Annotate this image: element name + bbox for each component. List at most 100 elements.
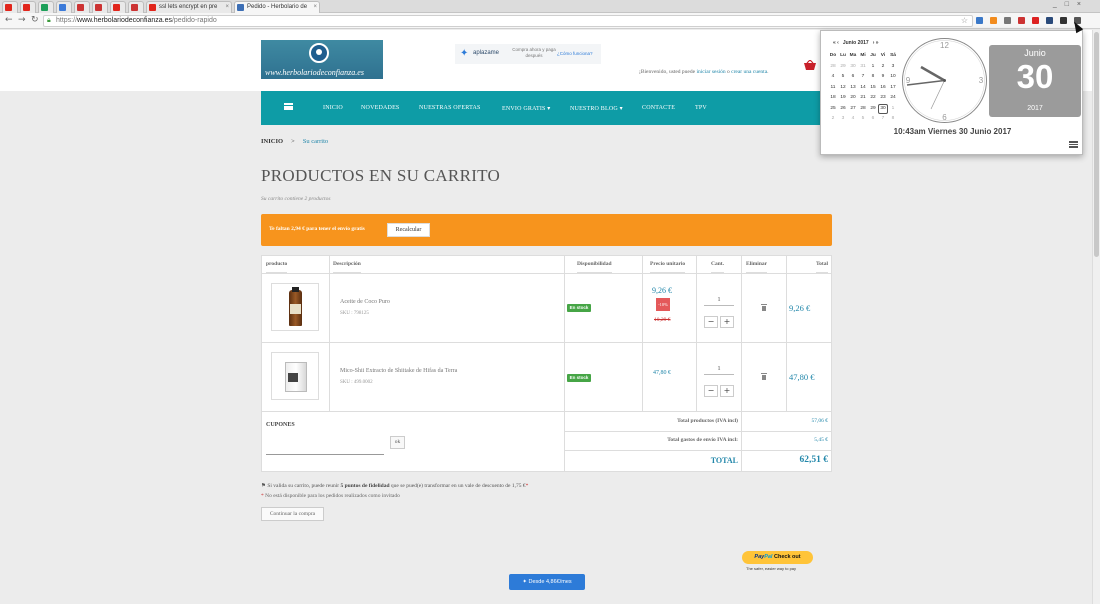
- calendar-day[interactable]: 10: [888, 72, 898, 82]
- calendar-day[interactable]: 30: [878, 103, 888, 114]
- tab-close-icon[interactable]: ×: [313, 2, 317, 13]
- paypal-checkout-button[interactable]: PayPal Check out: [742, 551, 813, 564]
- extension-icon[interactable]: [1046, 17, 1053, 24]
- coupon-input[interactable]: [266, 454, 384, 455]
- calendar-day[interactable]: 3: [888, 62, 898, 72]
- calendar-day[interactable]: 15: [868, 83, 878, 93]
- browser-tab[interactable]: [38, 1, 54, 13]
- extension-icon[interactable]: [1032, 17, 1039, 24]
- page-scrollbar[interactable]: [1092, 30, 1100, 604]
- calendar-day[interactable]: 4: [848, 114, 858, 124]
- calendar-day[interactable]: 2: [828, 114, 838, 124]
- trash-icon[interactable]: [761, 373, 767, 380]
- address-bar[interactable]: 🔒︎ https://www.herbolariodeconfianza.es/…: [43, 15, 973, 27]
- calendar-day[interactable]: 7: [858, 72, 868, 82]
- nav-item-contacte[interactable]: CONTACTE: [642, 105, 675, 111]
- calendar-day[interactable]: 9: [878, 72, 888, 82]
- back-icon[interactable]: ←: [5, 15, 13, 25]
- calendar-day[interactable]: 1: [888, 104, 898, 114]
- extension-icon[interactable]: [990, 17, 997, 24]
- calendar-prev[interactable]: « ‹: [833, 40, 839, 46]
- aplazame-banner[interactable]: ✦ aplazame Compra ahora y paga después ¿…: [455, 44, 601, 64]
- nav-item-blog[interactable]: NUESTRO BLOG ▾: [570, 105, 623, 112]
- calendar-day[interactable]: 12: [838, 83, 848, 93]
- quantity-decrease-button[interactable]: −: [704, 316, 718, 328]
- product-image[interactable]: [271, 283, 319, 331]
- calendar-next[interactable]: › »: [873, 40, 879, 46]
- calendar-day[interactable]: 8: [888, 114, 898, 124]
- extension-icon[interactable]: [1004, 17, 1011, 24]
- browser-tab[interactable]: [56, 1, 72, 13]
- browser-tab[interactable]: [2, 1, 18, 13]
- tab-close-icon[interactable]: ×: [225, 2, 229, 13]
- calendar-day[interactable]: 23: [878, 93, 888, 103]
- calendar-day[interactable]: 2: [878, 62, 888, 72]
- recalculate-button[interactable]: Recalcular: [387, 223, 430, 237]
- scrollbar-thumb[interactable]: [1094, 32, 1099, 257]
- calendar-day[interactable]: 31: [858, 62, 868, 72]
- calendar-day[interactable]: 25: [828, 104, 838, 114]
- calendar-day[interactable]: 8: [868, 72, 878, 82]
- calendar-day[interactable]: 3: [838, 114, 848, 124]
- calendar-day[interactable]: 24: [888, 93, 898, 103]
- aplazame-how-link[interactable]: ¿Cómo funciona?: [557, 51, 593, 56]
- extension-icon[interactable]: [1018, 17, 1025, 24]
- window-controls[interactable]: _ □ ×: [1053, 1, 1084, 8]
- cart-icon[interactable]: [803, 60, 817, 71]
- calendar-day[interactable]: 1: [868, 62, 878, 72]
- nav-item-inicio[interactable]: INICIO: [323, 105, 343, 111]
- browser-tab[interactable]: [110, 1, 126, 13]
- calendar-day[interactable]: 21: [858, 93, 868, 103]
- calendar-day[interactable]: 5: [858, 114, 868, 124]
- calendar-day[interactable]: 20: [848, 93, 858, 103]
- calendar-day[interactable]: 5: [838, 72, 848, 82]
- calendar-day[interactable]: 17: [888, 83, 898, 93]
- aplazame-finance-button[interactable]: ✦ Desde 4,86€/mes: [509, 574, 585, 590]
- site-logo[interactable]: www.herbolariodeconfianza.es: [261, 40, 383, 79]
- nav-item-envio-gratis[interactable]: ENVIO GRATIS ▾: [502, 105, 550, 112]
- forward-icon[interactable]: →: [18, 15, 26, 25]
- calendar-day[interactable]: 6: [848, 72, 858, 82]
- calendar-day[interactable]: 27: [848, 104, 858, 114]
- coupon-ok-button[interactable]: ok: [390, 436, 405, 449]
- calendar-day[interactable]: 29: [868, 104, 878, 114]
- bookmark-star-icon[interactable]: ☆: [961, 16, 968, 26]
- calendar-day[interactable]: 30: [848, 62, 858, 72]
- quantity-increase-button[interactable]: +: [720, 316, 734, 328]
- trash-icon[interactable]: [761, 304, 767, 311]
- calendar-day[interactable]: 7: [878, 114, 888, 124]
- quantity-input[interactable]: 1: [704, 294, 734, 306]
- calendar-day[interactable]: 29: [838, 62, 848, 72]
- calendar-day[interactable]: 26: [838, 104, 848, 114]
- extension-icon[interactable]: [1060, 17, 1067, 24]
- calendar-day[interactable]: 19: [838, 93, 848, 103]
- calendar-day[interactable]: 28: [828, 62, 838, 72]
- browser-tab[interactable]: [74, 1, 90, 13]
- calendar-day[interactable]: 4: [828, 72, 838, 82]
- calendar-day[interactable]: 22: [868, 93, 878, 103]
- browser-tab[interactable]: ssl lets encrypt en pre ×: [146, 1, 232, 13]
- breadcrumb-home[interactable]: INICIO: [261, 138, 283, 145]
- nav-item-novedades[interactable]: NOVEDADES: [361, 105, 399, 111]
- quantity-input[interactable]: 1: [704, 363, 734, 375]
- nav-item-tpv[interactable]: TPV: [695, 105, 707, 111]
- nav-item-ofertas[interactable]: NUESTRAS OFERTAS: [419, 105, 481, 111]
- calendar-day[interactable]: 6: [868, 114, 878, 124]
- login-link[interactable]: iniciar sesión: [696, 69, 725, 75]
- reload-icon[interactable]: ↻: [31, 15, 39, 25]
- product-name[interactable]: Aceite de Coco Puro: [340, 299, 390, 305]
- register-link[interactable]: crear una cuenta: [731, 69, 767, 75]
- product-image[interactable]: [271, 352, 319, 400]
- calendar-day[interactable]: 16: [878, 83, 888, 93]
- calendar-day[interactable]: 28: [858, 104, 868, 114]
- extension-icon[interactable]: [976, 17, 983, 24]
- product-name[interactable]: Mico-Shii Extracto de Shiitake de Hifas …: [340, 368, 457, 374]
- hamburger-menu-icon[interactable]: [284, 103, 293, 110]
- quantity-decrease-button[interactable]: −: [704, 385, 718, 397]
- calendar-day[interactable]: 18: [828, 93, 838, 103]
- quantity-increase-button[interactable]: +: [720, 385, 734, 397]
- calendar-day[interactable]: 13: [848, 83, 858, 93]
- browser-tab[interactable]: Pedido - Herbolario de ×: [234, 1, 320, 13]
- popup-menu-icon[interactable]: [1069, 141, 1078, 148]
- continue-shopping-button[interactable]: Continuar la compra: [261, 507, 324, 521]
